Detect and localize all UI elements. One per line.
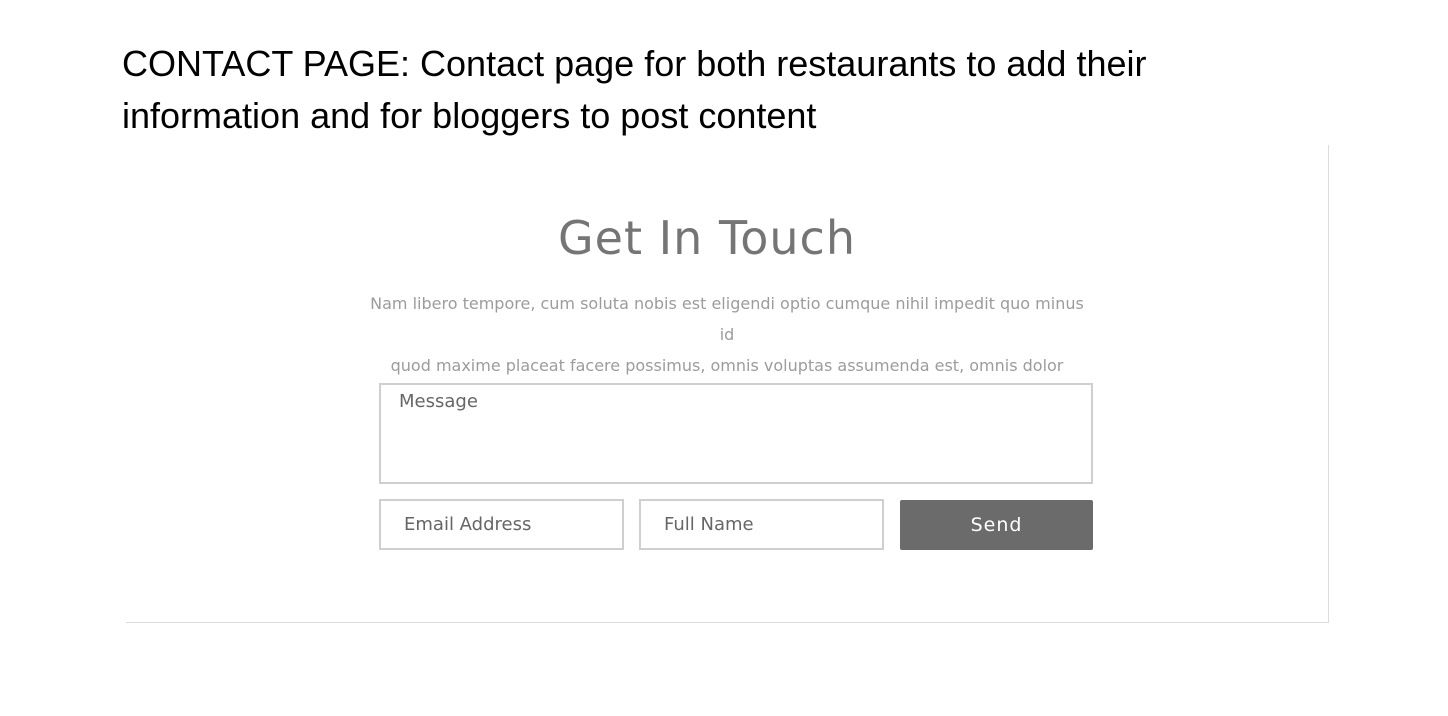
page-caption: CONTACT PAGE: Contact page for both rest… (122, 43, 1147, 136)
send-button[interactable]: Send (900, 500, 1093, 550)
full-name-field[interactable]: Full Name (639, 499, 884, 550)
contact-title: Get In Touch (558, 211, 856, 265)
page: CONTACT PAGE: Contact page for both rest… (0, 0, 1448, 716)
message-field[interactable]: Message (379, 383, 1093, 484)
description-line-2: quod maxime placeat facere possimus, omn… (390, 356, 1064, 375)
contact-form-mockup: Get In Touch Nam libero tempore, cum sol… (126, 145, 1329, 623)
email-field[interactable]: Email Address (379, 499, 624, 550)
contact-description: Nam libero tempore, cum soluta nobis est… (366, 288, 1088, 381)
description-line-1: Nam libero tempore, cum soluta nobis est… (370, 294, 1084, 344)
